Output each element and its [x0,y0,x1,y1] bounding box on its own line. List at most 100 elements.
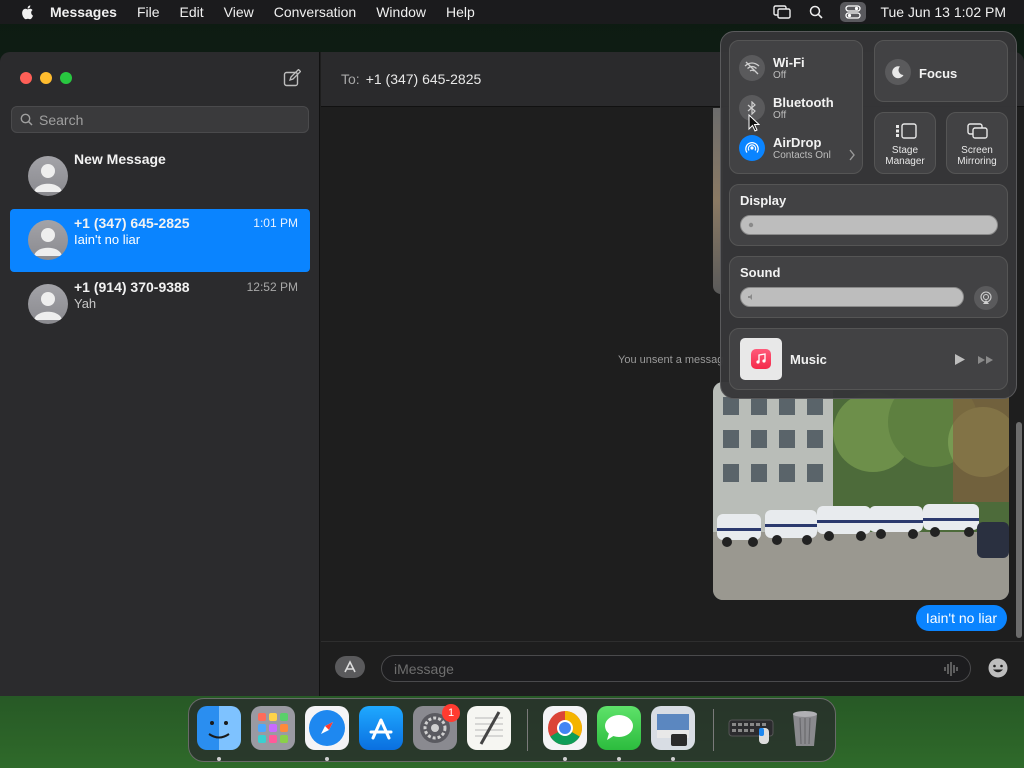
airdrop-label: AirDrop [773,135,822,150]
window-controls [20,72,72,84]
mouse-cursor-icon [748,114,760,132]
messages-icon[interactable] [597,706,641,750]
launchpad-icon[interactable] [251,706,295,750]
music-app-icon [740,338,782,380]
close-button[interactable] [20,72,32,84]
apple-logo-icon[interactable] [20,4,36,20]
audio-message-icon[interactable] [943,661,959,677]
menu-bar: Messages File Edit View Conversation Win… [0,0,1024,24]
composer-bar: iMessage [321,641,1024,696]
conversation-preview: Yah [74,296,97,311]
conversation-preview: Iain't no liar [74,232,141,247]
app-store-icon [344,660,356,673]
menu-conversation[interactable]: Conversation [274,4,357,20]
focus-tile[interactable]: Focus [874,40,1008,102]
chevron-right-icon[interactable] [848,149,856,161]
dock-separator [527,709,528,751]
speaker-icon [748,294,752,300]
running-indicator [563,757,567,761]
moon-icon [885,59,911,85]
compose-icon[interactable] [283,69,301,87]
emoji-icon[interactable] [987,657,1009,679]
zoom-button[interactable] [60,72,72,84]
sound-label: Sound [740,265,781,280]
conversation-name: +1 (914) 370-9388 [74,279,190,295]
avatar [28,220,68,260]
menu-window[interactable]: Window [376,4,426,20]
dock-separator [713,709,714,751]
airplay-audio-button[interactable] [974,286,998,310]
screen-mirroring-label-1: Screen [961,145,993,156]
bluetooth-status: Off [773,110,787,121]
apps-button[interactable] [335,656,365,678]
avatar [28,284,68,324]
stage-manager-icon [896,123,917,139]
search-icon [20,113,33,126]
screen-mirroring-status-icon[interactable] [772,4,792,20]
avatar [28,156,68,196]
safari-icon[interactable] [305,706,349,750]
screen-mirroring-tile[interactable]: Screen Mirroring [946,112,1008,174]
search-field[interactable]: Search [11,106,309,133]
conversation-time: 1:01 PM [253,216,298,230]
network-tile: Wi-Fi Off Bluetooth Off AirDrop Contacts… [729,40,863,174]
conversation-item[interactable]: +1 (914) 370-9388 Yah 12:52 PM [10,273,310,336]
minimize-button[interactable] [40,72,52,84]
control-center-icon[interactable] [840,2,867,22]
finder-icon[interactable] [197,706,241,750]
stage-manager-tile[interactable]: Stage Manager [874,112,936,174]
airdrop-icon [739,135,765,161]
keyboard-viewer-icon[interactable] [727,706,774,750]
photo-attachment-street[interactable] [713,382,1009,600]
running-indicator [325,757,329,761]
focus-label: Focus [919,66,958,81]
sound-volume-slider[interactable] [740,287,964,307]
dock: 1 [188,698,836,762]
stage-manager-label-1: Stage [891,145,919,156]
app-menu[interactable]: Messages [50,4,117,20]
conversation-new-message[interactable]: New Message [10,145,310,208]
menu-view[interactable]: View [224,4,254,20]
conversation-name: +1 (347) 645-2825 [74,215,190,231]
display-brightness-slider[interactable] [740,215,998,235]
conversation-time: 12:52 PM [246,280,298,294]
textedit-icon[interactable] [467,706,511,750]
airplay-audio-icon [980,291,992,304]
display-tile: Display [729,184,1008,246]
play-icon[interactable] [954,353,966,366]
wifi-toggle[interactable]: Wi-Fi Off [739,55,805,81]
scrollbar[interactable] [1016,422,1022,638]
wifi-status: Off [773,70,787,81]
menu-file[interactable]: File [137,4,160,20]
control-center-panel: Wi-Fi Off Bluetooth Off AirDrop Contacts… [720,31,1017,399]
unsent-notice: You unsent a messag [618,354,724,366]
sun-icon [748,222,754,228]
stage-manager-label-2: Manager [885,156,925,167]
notification-badge: 1 [442,704,460,722]
app-store-icon[interactable] [359,706,403,750]
to-label: To: [341,71,360,87]
menu-help[interactable]: Help [446,4,475,20]
recipient-name[interactable]: +1 (347) 645-2825 [366,71,482,87]
conversation-selected[interactable]: +1 (347) 645-2825 Iain't no liar 1:01 PM [10,209,310,272]
fast-forward-icon[interactable] [977,355,995,365]
running-indicator [217,757,221,761]
screen-mirroring-label-2: Mirroring [957,156,997,167]
airdrop-status: Contacts Onl [773,150,831,161]
chrome-icon[interactable] [543,706,587,750]
search-placeholder: Search [39,111,84,128]
trash-icon[interactable] [783,706,827,750]
message-bubble-sent[interactable]: Iain't no liar [915,605,1007,631]
airdrop-toggle[interactable]: AirDrop Contacts Onl [739,135,831,161]
menu-edit[interactable]: Edit [180,4,204,20]
music-tile[interactable]: Music [729,328,1008,390]
menubar-clock[interactable]: Tue Jun 13 1:02 PM [880,4,1006,20]
conversation-name: New Message [74,151,166,167]
sound-tile: Sound [729,256,1008,318]
preview-icon[interactable] [651,706,695,750]
screen-mirroring-icon [967,123,988,139]
running-indicator [617,757,621,761]
message-input[interactable]: iMessage [381,655,971,682]
spotlight-search-icon[interactable] [806,4,826,20]
running-indicator [671,757,675,761]
